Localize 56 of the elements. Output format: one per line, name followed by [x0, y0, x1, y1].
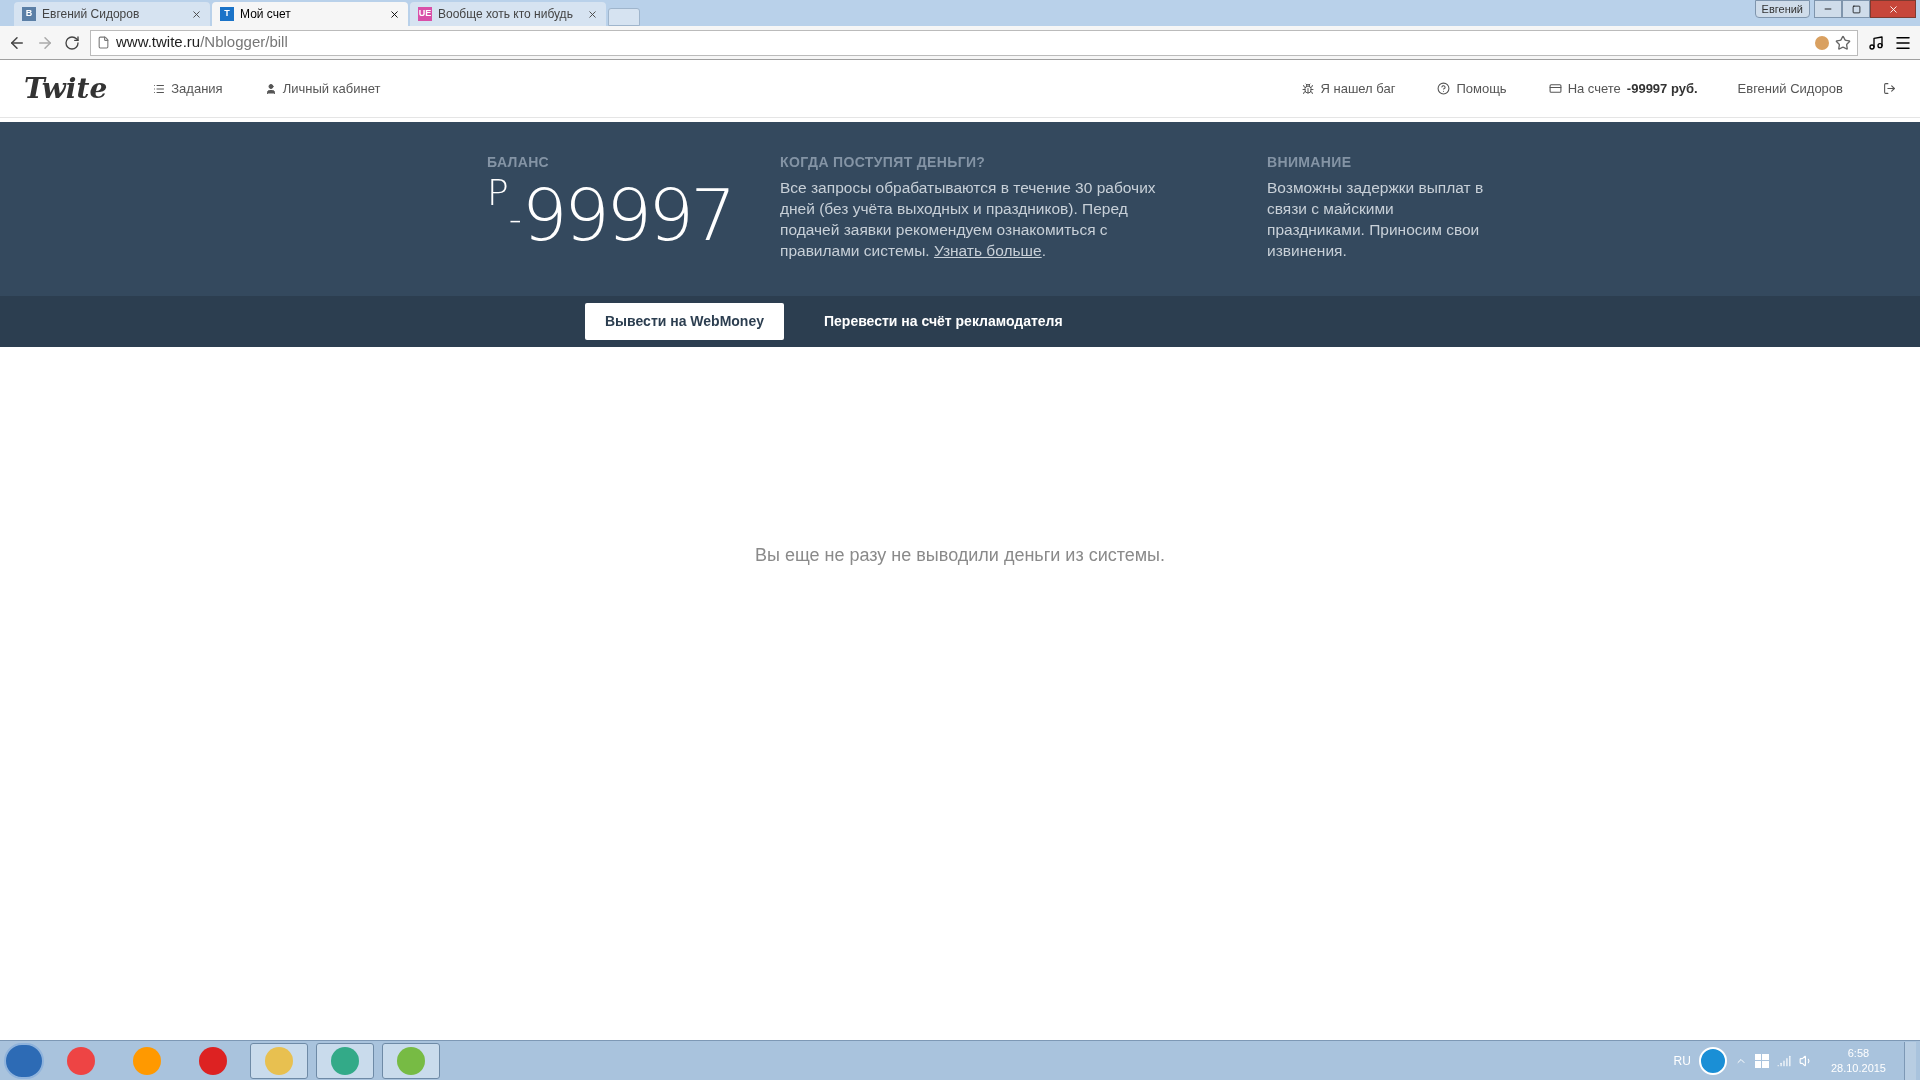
tab-favicon: T — [220, 7, 234, 21]
taskbar-app-icon[interactable] — [250, 1042, 308, 1079]
section-heading: КОГДА ПОСТУПЯТ ДЕНЬГИ? — [780, 153, 987, 172]
minimize-button[interactable] — [1814, 0, 1842, 18]
url-text: www.twite.ru/Nblogger/bill — [116, 32, 288, 53]
maximize-icon — [1851, 4, 1861, 14]
maximize-button[interactable] — [1842, 0, 1870, 18]
taskbar-app-icon[interactable] — [316, 1042, 374, 1079]
close-icon — [1887, 3, 1899, 15]
help-icon — [1437, 82, 1451, 95]
network-icon[interactable] — [1776, 1053, 1791, 1068]
close-button[interactable] — [1870, 0, 1916, 18]
close-icon[interactable] — [389, 8, 400, 20]
extension-icon[interactable] — [1868, 34, 1884, 51]
action-tab[interactable]: Перевести на счёт рекламодателя — [804, 303, 1083, 340]
help-tray-icon[interactable] — [1698, 1046, 1727, 1075]
page-icon — [97, 36, 110, 49]
tab-title: Мой счет — [240, 6, 292, 23]
balance-amount: Р -99997 — [487, 175, 734, 251]
browser-tab[interactable]: T Мой счет — [212, 2, 408, 26]
tab-title: Евгений Сидоров — [42, 6, 141, 23]
taskbar-app-icon[interactable] — [382, 1042, 440, 1079]
notice-paragraph: Возможны задержки выплат в связи с майскими праздниками. Приносим свои извинения. — [1267, 178, 1485, 261]
close-icon[interactable] — [587, 8, 598, 20]
reload-icon[interactable] — [64, 34, 80, 51]
browser-tab[interactable]: В Евгений Сидоров — [14, 2, 210, 26]
new-tab-button[interactable] — [608, 8, 640, 26]
section-heading: БАЛАНС — [487, 153, 551, 172]
start-button[interactable] — [4, 1042, 44, 1079]
close-icon[interactable] — [191, 8, 202, 20]
nav-link[interactable]: Личный кабинет — [264, 78, 381, 99]
tab-title: Вообще хоть кто нибудь — [438, 6, 574, 23]
user-icon — [264, 82, 277, 95]
show-desktop-button[interactable] — [1904, 1041, 1916, 1080]
windows-icon[interactable] — [1754, 1053, 1769, 1068]
nav-link[interactable]: Задания — [153, 78, 223, 99]
learn-more-link[interactable]: Узнать больше — [933, 242, 1042, 259]
empty-message: Вы еще не разу не выводили деньги из системы. — [754, 544, 1166, 567]
star-icon[interactable] — [1835, 34, 1851, 51]
site-logo[interactable]: Twite — [24, 67, 108, 110]
bug-icon — [1302, 82, 1315, 95]
nav-link[interactable]: Помощь — [1437, 78, 1507, 99]
user-name-link[interactable]: Евгений Сидоров — [1737, 78, 1843, 99]
logout-icon[interactable] — [1883, 82, 1896, 95]
action-tab[interactable]: Вывести на WebMoney — [585, 303, 784, 340]
nav-link[interactable]: Я нашел баг — [1302, 78, 1396, 99]
info-paragraph: Все запросы обрабатываются в течение 30 рабочих дней (без учёта выходных и праздников). Перед подачей заявки рекомендуем ознакомиться с правилами системы. Узнать больше. — [780, 178, 1157, 261]
address-field[interactable]: www.twite.ru/Nblogger/bill — [90, 29, 1858, 56]
tab-favicon: В — [22, 7, 36, 21]
browser-tab[interactable]: UE Вообще хоть кто нибудь — [410, 2, 606, 26]
card-icon — [1548, 82, 1562, 95]
tab-favicon: UE — [418, 7, 432, 21]
account-balance-link[interactable]: На счете -99997 руб. — [1548, 78, 1698, 99]
list-icon — [153, 82, 166, 95]
profile-button[interactable]: Евгений — [1754, 0, 1810, 18]
section-heading: ВНИМАНИЕ — [1267, 153, 1353, 172]
